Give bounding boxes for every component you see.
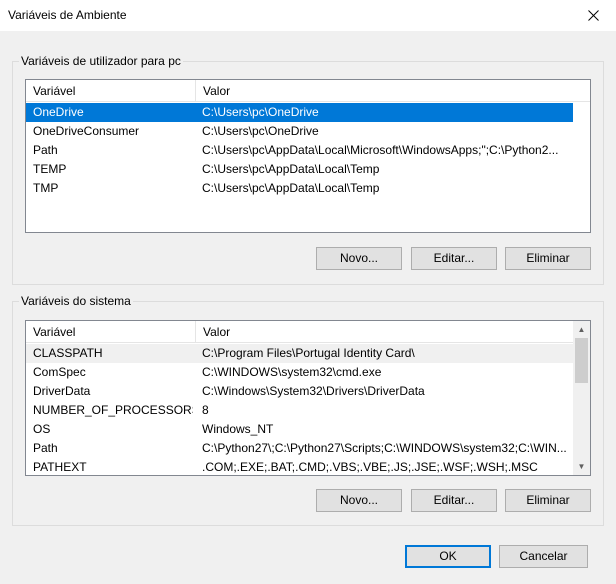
variable-value: C:\Users\pc\OneDrive — [202, 105, 319, 119]
window-title: Variáveis de Ambiente — [8, 8, 127, 22]
variable-name: Path — [33, 441, 58, 455]
cancel-button[interactable]: Cancelar — [499, 545, 588, 568]
close-icon — [587, 10, 599, 21]
list-item[interactable]: Path C:\Users\pc\AppData\Local\Microsoft… — [26, 141, 590, 160]
list-item[interactable]: ComSpec C:\WINDOWS\system32\cmd.exe — [26, 363, 575, 382]
list-header: Variável Valor — [26, 321, 575, 343]
variable-name: TEMP — [33, 162, 67, 176]
list-item[interactable]: NUMBER_OF_PROCESSORS 8 — [26, 401, 575, 420]
variable-value: C:\Python27\;C:\Python27\Scripts;C:\WIND… — [202, 441, 567, 455]
variable-name: OneDriveConsumer — [33, 124, 140, 138]
user-new-button[interactable]: Novo... — [316, 247, 402, 270]
list-item[interactable]: OneDriveConsumer C:\Users\pc\OneDrive — [26, 122, 590, 141]
variable-value: Windows_NT — [202, 422, 274, 436]
scroll-down-arrow-icon[interactable]: ▼ — [573, 458, 590, 475]
list-item[interactable]: PATHEXT .COM;.EXE;.BAT;.CMD;.VBS;.VBE;.J… — [26, 458, 575, 475]
variable-name: PATHEXT — [33, 460, 87, 474]
list-item[interactable]: Path C:\Python27\;C:\Python27\Scripts;C:… — [26, 439, 575, 458]
ok-button[interactable]: OK — [405, 545, 491, 568]
list-item[interactable]: OneDrive C:\Users\pc\OneDrive — [26, 103, 573, 122]
variable-value: C:\Windows\System32\Drivers\DriverData — [202, 384, 425, 398]
list-item[interactable]: OS Windows_NT — [26, 420, 575, 439]
variable-value: C:\Users\pc\AppData\Local\Temp — [202, 181, 380, 195]
column-header-variable[interactable]: Variável — [26, 321, 196, 343]
user-variables-label: Variáveis de utilizador para pc — [19, 54, 183, 68]
user-delete-button[interactable]: Eliminar — [505, 247, 591, 270]
variable-name: ComSpec — [33, 365, 86, 379]
variable-value: C:\Users\pc\OneDrive — [202, 124, 319, 138]
variable-name: Path — [33, 143, 58, 157]
list-item[interactable]: TEMP C:\Users\pc\AppData\Local\Temp — [26, 160, 590, 179]
system-edit-button[interactable]: Editar... — [411, 489, 497, 512]
system-new-button[interactable]: Novo... — [316, 489, 402, 512]
list-header: Variável Valor — [26, 80, 590, 102]
variable-name: NUMBER_OF_PROCESSORS — [33, 403, 193, 417]
vertical-scrollbar[interactable]: ▲ ▼ — [573, 321, 590, 475]
variable-value: C:\WINDOWS\system32\cmd.exe — [202, 365, 382, 379]
close-button[interactable] — [570, 0, 616, 31]
variable-name: CLASSPATH — [33, 346, 103, 360]
system-delete-button[interactable]: Eliminar — [505, 489, 591, 512]
variable-name: OS — [33, 422, 51, 436]
variable-value: C:\Users\pc\AppData\Local\Microsoft\Wind… — [202, 143, 559, 157]
variable-name: OneDrive — [33, 105, 84, 119]
user-edit-button[interactable]: Editar... — [411, 247, 497, 270]
system-variables-label: Variáveis do sistema — [19, 294, 133, 308]
column-header-value[interactable]: Valor — [196, 80, 576, 102]
system-variables-list[interactable]: Variável Valor CLASSPATH C:\Program File… — [25, 320, 591, 476]
variable-name: DriverData — [33, 384, 91, 398]
title-bar: Variáveis de Ambiente — [0, 0, 616, 31]
column-header-variable[interactable]: Variável — [26, 80, 196, 102]
variable-value: C:\Users\pc\AppData\Local\Temp — [202, 162, 380, 176]
column-header-value[interactable]: Valor — [196, 321, 576, 343]
list-item[interactable]: TMP C:\Users\pc\AppData\Local\Temp — [26, 179, 590, 198]
variable-value: 8 — [202, 403, 209, 417]
list-item[interactable]: DriverData C:\Windows\System32\Drivers\D… — [26, 382, 575, 401]
variable-name: TMP — [33, 181, 59, 195]
variable-value: C:\Program Files\Portugal Identity Card\ — [202, 346, 415, 360]
user-variables-list[interactable]: Variável Valor OneDrive C:\Users\pc\OneD… — [25, 79, 591, 233]
list-item[interactable]: CLASSPATH C:\Program Files\Portugal Iden… — [26, 344, 575, 363]
variable-value: .COM;.EXE;.BAT;.CMD;.VBS;.VBE;.JS;.JSE;.… — [202, 460, 538, 474]
scrollbar-thumb[interactable] — [575, 338, 588, 383]
scroll-up-arrow-icon[interactable]: ▲ — [573, 321, 590, 338]
